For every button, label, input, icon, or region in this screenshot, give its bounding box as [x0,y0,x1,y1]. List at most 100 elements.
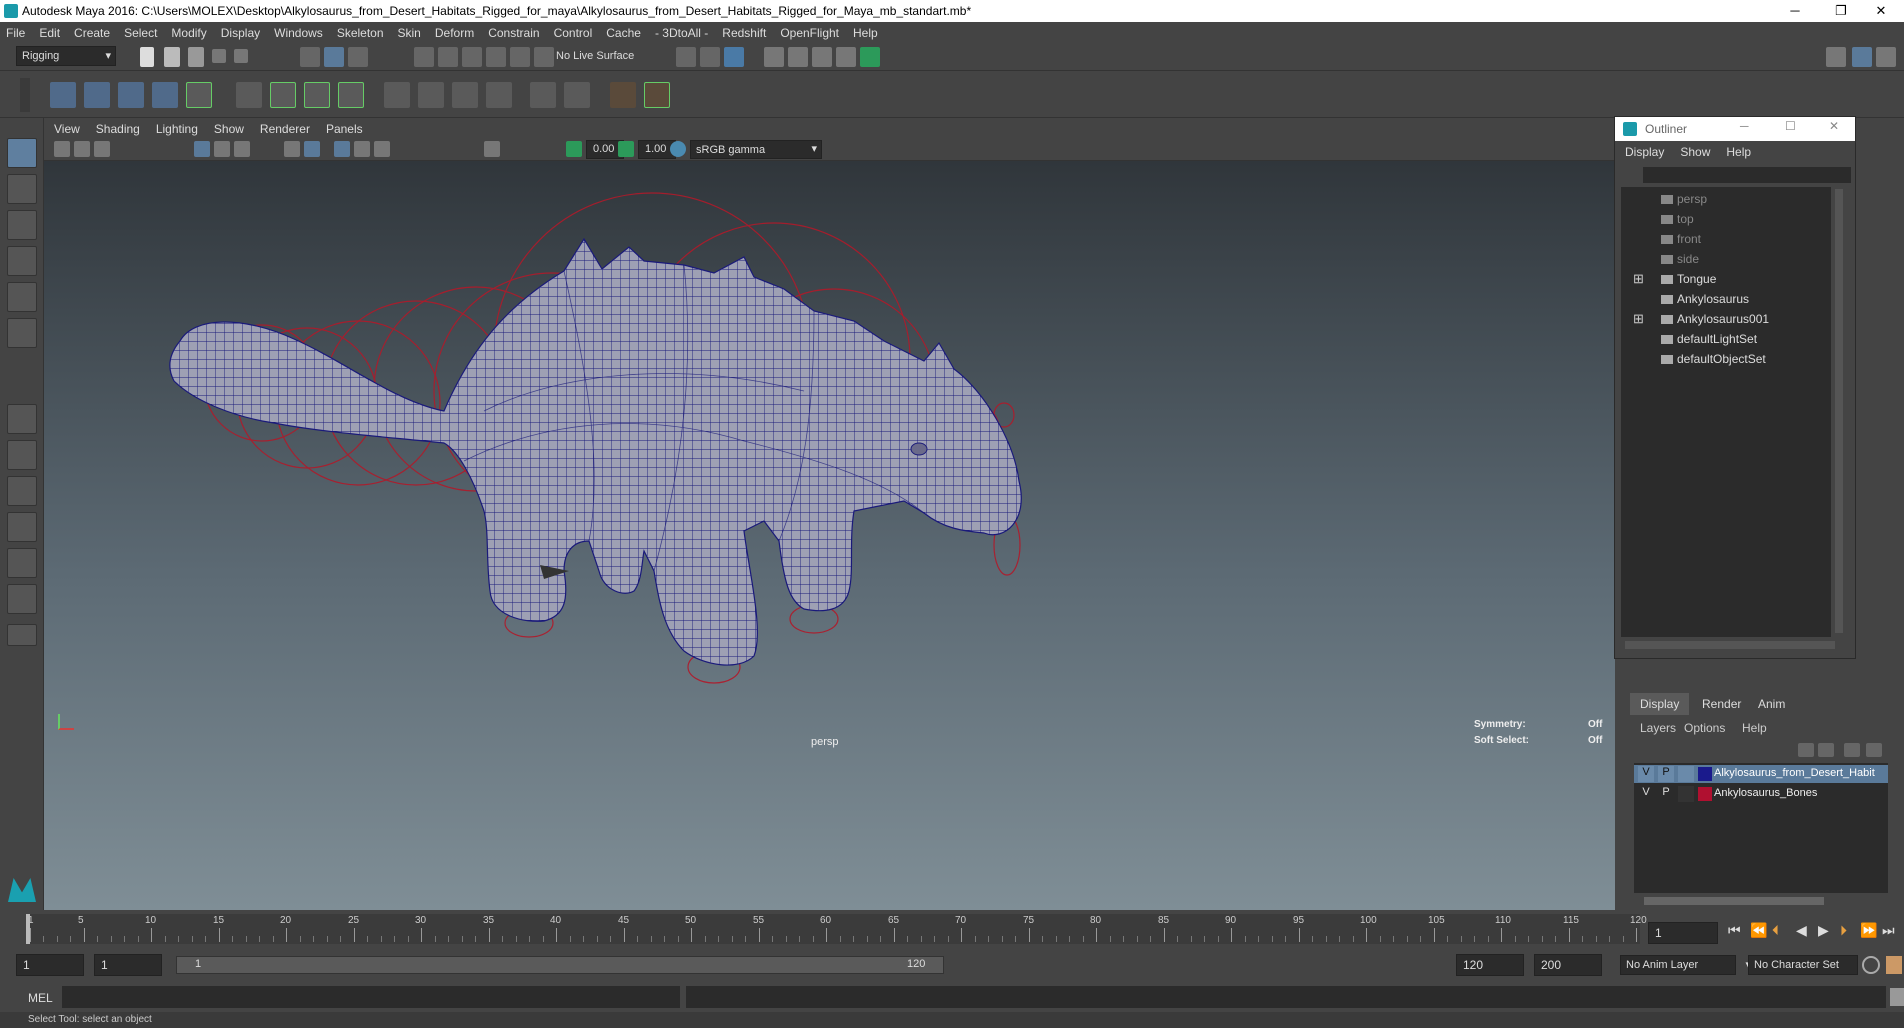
layer-name[interactable]: Alkylosaurus_from_Desert_Habit [1714,767,1875,779]
smooth-shade-icon[interactable] [304,141,320,157]
move-layer-up-icon[interactable] [1798,743,1814,757]
viewport-menu-shading[interactable]: Shading [96,122,140,136]
layer-playback-toggle[interactable]: P [1658,766,1674,782]
textured-icon[interactable] [354,141,370,157]
construction-history-icon[interactable] [724,47,744,67]
color-management-icon[interactable] [670,141,686,157]
menu-windows[interactable]: Windows [274,26,323,40]
live-surface-label[interactable]: No Live Surface [556,50,634,62]
layer-display-type[interactable] [1678,786,1694,802]
command-input[interactable] [62,986,680,1008]
select-hierarchy-icon[interactable] [300,47,320,67]
ik-spline-icon[interactable] [118,82,144,108]
close-button[interactable]: ✕ [1858,0,1904,22]
move-layer-down-icon[interactable] [1818,743,1834,757]
modeling-toolkit-icon[interactable] [1826,47,1846,67]
new-layer-selected-icon[interactable] [1866,743,1882,757]
expand-icon[interactable]: ⊞ [1633,309,1644,329]
play-forward-icon[interactable]: ▶ [1818,922,1829,939]
menu-3dtoall[interactable]: - 3DtoAll - [655,26,708,40]
layer-color-swatch[interactable] [1698,787,1712,801]
outliner-menu-help[interactable]: Help [1726,145,1751,159]
current-time-marker[interactable] [26,914,30,944]
exposure-icon[interactable] [566,141,582,157]
undo-icon[interactable] [212,49,226,63]
orient-constraint-icon[interactable] [452,82,478,108]
step-forward-key-icon[interactable]: ⏩ [1860,922,1877,939]
outliner-item[interactable]: defaultLightSet [1661,329,1757,349]
persp-graph-icon[interactable] [7,512,37,542]
layer-hscrollbar[interactable] [1644,897,1824,905]
outliner-hscrollbar[interactable] [1625,641,1835,649]
locator-icon[interactable] [610,82,636,108]
tab-anim[interactable]: Anim [1748,693,1795,715]
layer-playback-toggle[interactable]: P [1658,786,1674,802]
menu-edit[interactable]: Edit [39,26,60,40]
layer-row[interactable]: V P Ankylosaurus_Bones [1634,785,1888,803]
close-button[interactable]: ✕ [1829,119,1839,133]
auto-key-icon[interactable] [1862,956,1880,974]
snap-view-icon[interactable] [486,47,506,67]
step-back-frame-icon[interactable]: ⏴ [1772,922,1779,939]
viewport-persp[interactable]: persp Symmetry: Off Soft Select: Off [44,161,1615,910]
menu-select[interactable]: Select [124,26,157,40]
menu-skin[interactable]: Skin [398,26,421,40]
outliner-item[interactable]: front [1661,229,1701,249]
layer-display-type[interactable] [1678,766,1694,782]
insert-joint-icon[interactable] [152,82,178,108]
mel-label[interactable]: MEL [28,991,53,1005]
render-settings-icon[interactable] [812,47,832,67]
outliner-item[interactable]: persp [1661,189,1707,209]
menu-help[interactable]: Help [853,26,878,40]
image-plane-icon[interactable] [94,141,110,157]
magnet-icon[interactable] [534,47,554,67]
camera-attributes-icon[interactable] [54,141,70,157]
maximize-button[interactable]: ☐ [1785,119,1796,133]
menu-modify[interactable]: Modify [171,26,206,40]
current-frame-field[interactable]: 1 [1648,922,1718,944]
layer-color-swatch[interactable] [1698,767,1712,781]
smooth-bind-icon[interactable] [236,82,262,108]
scale-constraint-icon[interactable] [486,82,512,108]
outliner-vscrollbar[interactable] [1835,189,1843,633]
tab-display[interactable]: Display [1630,693,1690,715]
hypershade-icon[interactable] [836,47,856,67]
menu-redshift[interactable]: Redshift [722,26,766,40]
snap-point-icon[interactable] [462,47,482,67]
playback-end-field[interactable]: 120 [1456,954,1524,976]
menu-deform[interactable]: Deform [435,26,474,40]
menu-constrain[interactable]: Constrain [488,26,539,40]
ik-handle-icon[interactable] [84,82,110,108]
outliner-search-input[interactable] [1643,167,1851,183]
help-menu[interactable]: Help [1742,721,1767,735]
select-objects-icon[interactable] [324,47,344,67]
time-ruler[interactable]: 1 5 10 15 20 25 30 35 40 45 50 55 60 65 70 75 80 85 90 95 10… [26,914,1647,944]
snap-curve-icon[interactable] [438,47,458,67]
hypershade-layout-icon[interactable] [7,548,37,578]
select-components-icon[interactable] [348,47,368,67]
joint-tool-icon[interactable] [50,82,76,108]
viewport-menu-view[interactable]: View [54,122,80,136]
go-to-end-icon[interactable]: ⏭ [1882,922,1895,939]
layer-name[interactable]: Ankylosaurus_Bones [1714,787,1817,799]
wireframe-on-shaded-icon[interactable] [334,141,350,157]
layer-row[interactable]: V P Alkylosaurus_from_Desert_Habit [1634,765,1888,783]
persp-uv-icon[interactable] [7,584,37,614]
viewport-menu-show[interactable]: Show [214,122,244,136]
viewport-menu-renderer[interactable]: Renderer [260,122,310,136]
playback-start-field[interactable]: 1 [94,954,162,976]
film-gate-icon[interactable] [214,141,230,157]
preferences-icon[interactable] [1886,956,1902,974]
bookmarks-icon[interactable] [74,141,90,157]
point-constraint-icon[interactable] [384,82,410,108]
outliner-item[interactable]: defaultObjectSet [1661,349,1766,369]
outliner-item[interactable]: Tongue [1661,269,1716,289]
new-layer-icon[interactable] [1844,743,1860,757]
outliner-titlebar[interactable]: Outliner ─ ☐ ✕ [1615,117,1855,141]
single-perspective-icon[interactable] [7,404,37,434]
anim-layer-dropdown[interactable]: No Anim Layer ▾ [1620,955,1751,975]
redshift-render-icon[interactable] [860,47,880,67]
ik-fk-switch-icon[interactable] [644,82,670,108]
options-menu[interactable]: Options [1684,721,1725,735]
render-current-icon[interactable] [764,47,784,67]
